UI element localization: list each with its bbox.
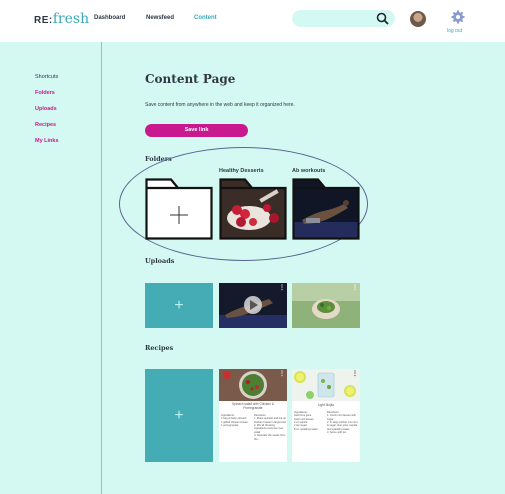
recipe-ingredients: Ingredients: fresh lime juice fresh mint… [294,411,318,431]
recipe-ingredients: Ingredients: 1 bag of baby spinach 1 gri… [221,414,248,428]
add-recipe-button[interactable]: + [145,369,213,462]
folder-label-ab-workouts: Ab workouts [292,168,326,174]
upload-video-thumbnail[interactable]: ⋮ [219,283,287,328]
recipe-title: Spinach salad with Chicken & Pomegranate [232,402,274,410]
folder-healthy-desserts[interactable] [219,178,287,240]
sidebar-item-my-links[interactable]: My Links [35,138,59,144]
logo-prefix: RE: [34,15,53,26]
search-icon[interactable] [376,12,389,25]
recipe-directions: Directions: 1. Place spinach and cut-up … [254,414,287,441]
save-link-button[interactable]: Save link [145,124,248,137]
upload-image-thumbnail[interactable]: ⋮ [292,283,360,328]
section-title-uploads: Uploads [145,257,175,265]
recipe-title: Light Mojito [317,403,335,407]
sidebar-item-folders[interactable]: Folders [35,90,55,96]
add-folder-button[interactable] [145,178,213,240]
recipe-card-spinach-salad[interactable]: ⋮ Spinach salad with Chicken & Pomegrana… [219,369,287,462]
more-options-icon[interactable]: ⋮ [279,371,285,377]
add-upload-button[interactable]: + [145,283,213,328]
sidebar-heading: Shortcuts [35,74,59,80]
salad-hands-image [292,283,360,328]
logout-link[interactable]: log out [447,28,462,34]
search-input[interactable] [292,10,395,27]
page-subtitle: Save content from anywhere in the web an… [145,102,295,108]
logo-word: fresh [52,11,90,27]
top-header: RE:fresh Dashboard Newsfeed Content log … [0,0,505,42]
folder-ab-workouts[interactable] [292,178,360,240]
plus-icon: + [174,296,184,314]
gear-icon[interactable] [451,10,465,24]
more-options-icon[interactable]: ⋮ [352,371,358,377]
nav-newsfeed[interactable]: Newsfeed [146,15,174,21]
sidebar-item-recipes[interactable]: Recipes [35,122,56,128]
page-title: Content Page [145,72,236,86]
app-logo[interactable]: RE:fresh [34,11,89,27]
more-options-icon[interactable]: ⋮ [352,285,358,291]
video-thumbnail-image [219,283,287,328]
recipe-card-light-mojito[interactable]: ⋮ Light Mojito Ingredients: fresh lime j… [292,369,360,462]
more-options-icon[interactable]: ⋮ [279,285,285,291]
nav-dashboard[interactable]: Dashboard [94,15,125,21]
section-title-recipes: Recipes [145,344,174,352]
plus-icon: + [174,406,184,424]
folder-label-healthy-desserts: Healthy Desserts [219,168,264,174]
recipe-image-salad [219,369,287,401]
nav-content[interactable]: Content [194,15,217,21]
user-avatar[interactable] [410,11,426,27]
recipe-image-mojito [292,369,360,401]
recipe-directions: Directions: 1. Crush mint leaves with su… [327,411,358,435]
sidebar-item-uploads[interactable]: Uploads [35,106,57,112]
